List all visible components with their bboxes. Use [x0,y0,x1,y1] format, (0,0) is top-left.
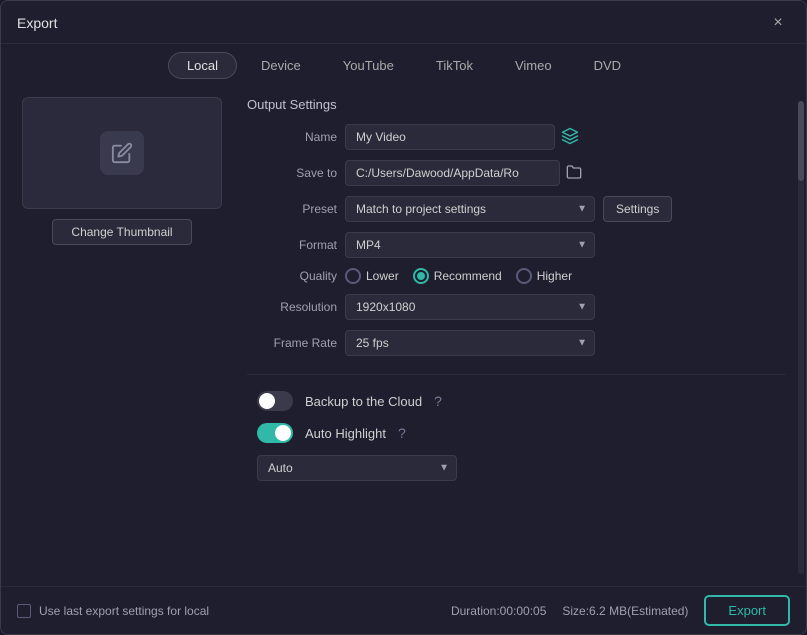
export-button[interactable]: Export [704,595,790,626]
footer: Use last export settings for local Durat… [1,586,806,634]
duration-info: Duration:00:00:05 [451,604,546,618]
tab-vimeo[interactable]: Vimeo [497,53,570,78]
tab-device[interactable]: Device [243,53,319,78]
quality-radio-group: Lower Recommend Higher [345,268,572,284]
quality-label: Quality [247,269,337,283]
format-label: Format [247,238,337,252]
quality-recommend-label: Recommend [434,269,502,283]
format-select-wrapper: MP4 ▼ [345,232,595,258]
resolution-select-wrapper: 1920x1080 ▼ [345,294,595,320]
size-info: Size:6.2 MB(Estimated) [562,604,688,618]
auto-row: Auto ▼ [247,455,786,481]
right-panel: Output Settings Name Save [247,97,790,576]
quality-recommend[interactable]: Recommend [413,268,502,284]
name-field-wrapper [345,124,605,150]
quality-lower-radio[interactable] [345,268,361,284]
auto-highlight-label: Auto Highlight [305,426,386,441]
folder-icon[interactable] [566,164,582,183]
footer-right: Duration:00:00:05 Size:6.2 MB(Estimated)… [451,595,790,626]
backup-toggle[interactable] [257,391,293,411]
last-settings-checkbox[interactable] [17,604,31,618]
quality-higher-radio[interactable] [516,268,532,284]
quality-lower[interactable]: Lower [345,268,399,284]
backup-help-icon[interactable]: ? [434,393,442,409]
quality-recommend-radio[interactable] [413,268,429,284]
frame-rate-select[interactable]: 25 fps [345,330,595,356]
toggle-section: Backup to the Cloud ? Auto Highlight ? A… [247,387,786,491]
name-input[interactable] [345,124,555,150]
format-row: Format MP4 ▼ [247,232,786,258]
preset-row: Preset Match to project settings ▼ Setti… [247,196,786,222]
tab-local[interactable]: Local [168,52,237,79]
resolution-label: Resolution [247,300,337,314]
frame-rate-select-wrapper: 25 fps ▼ [345,330,595,356]
divider [247,374,786,375]
auto-highlight-row: Auto Highlight ? [247,423,786,443]
auto-select[interactable]: Auto [257,455,457,481]
tab-youtube[interactable]: YouTube [325,53,412,78]
scrollbar-thumb [798,101,804,181]
ai-icon[interactable] [561,127,579,148]
auto-select-wrapper: Auto ▼ [257,455,457,481]
quality-higher-label: Higher [537,269,572,283]
tab-tiktok[interactable]: TikTok [418,53,491,78]
thumbnail-preview [22,97,222,209]
tab-dvd[interactable]: DVD [576,53,639,78]
name-row: Name [247,124,786,150]
format-select[interactable]: MP4 [345,232,595,258]
quality-row: Quality Lower Recommend Higher [247,268,786,284]
edit-icon [100,131,144,175]
quality-lower-label: Lower [366,269,399,283]
left-panel: Change Thumbnail [17,97,227,576]
scrollbar[interactable] [798,101,804,574]
quality-higher[interactable]: Higher [516,268,572,284]
title-bar: Export × [1,1,806,44]
frame-rate-row: Frame Rate 25 fps ▼ [247,330,786,356]
auto-highlight-toggle-knob [275,425,291,441]
preset-label: Preset [247,202,337,216]
save-to-wrapper [345,160,605,186]
backup-toggle-knob [259,393,275,409]
save-to-input[interactable] [345,160,560,186]
close-button[interactable]: × [766,11,790,35]
resolution-select[interactable]: 1920x1080 [345,294,595,320]
auto-highlight-toggle[interactable] [257,423,293,443]
preset-select[interactable]: Match to project settings [345,196,595,222]
name-label: Name [247,130,337,144]
preset-select-wrapper: Match to project settings ▼ [345,196,595,222]
export-dialog: Export × Local Device YouTube TikTok Vim… [0,0,807,635]
footer-left: Use last export settings for local [17,604,209,618]
save-to-row: Save to [247,160,786,186]
main-content: Change Thumbnail Output Settings Name [1,87,806,586]
backup-row: Backup to the Cloud ? [247,391,786,411]
tab-bar: Local Device YouTube TikTok Vimeo DVD [1,44,806,87]
settings-button[interactable]: Settings [603,196,672,222]
last-settings-label: Use last export settings for local [39,604,209,618]
quality-recommend-inner [417,272,425,280]
dialog-title: Export [17,15,57,31]
auto-highlight-help-icon[interactable]: ? [398,425,406,441]
frame-rate-label: Frame Rate [247,336,337,350]
backup-label: Backup to the Cloud [305,394,422,409]
section-title: Output Settings [247,97,786,112]
save-to-label: Save to [247,166,337,180]
resolution-row: Resolution 1920x1080 ▼ [247,294,786,320]
change-thumbnail-button[interactable]: Change Thumbnail [52,219,191,245]
